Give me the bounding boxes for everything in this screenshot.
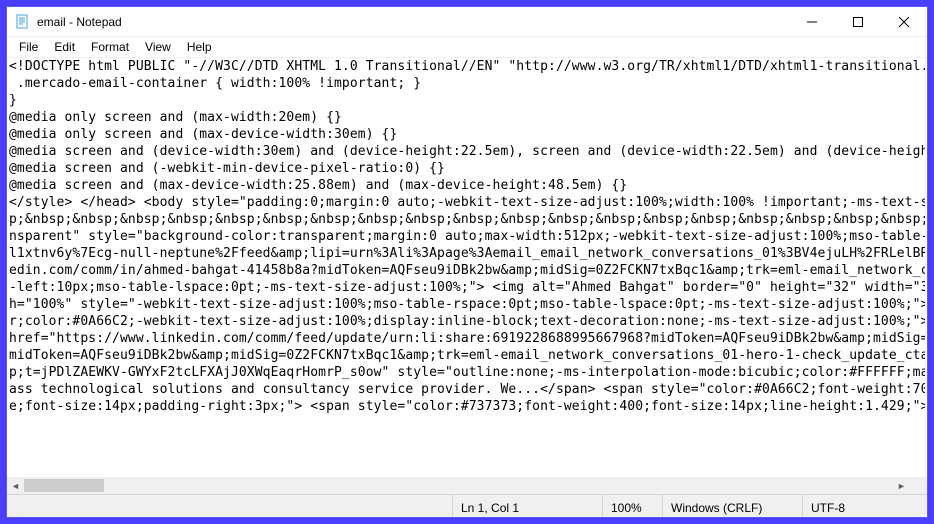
editor-line: p;t=jPDlZAEWKV-GWYxF2tcLFXAjJ0XWqEaqrHom…	[9, 364, 925, 381]
status-spacer	[7, 495, 452, 517]
editor-line: .mercado-email-container { width:100% !i…	[9, 75, 925, 92]
editor-area-wrap: <!DOCTYPE html PUBLIC "-//W3C//DTD XHTML…	[7, 57, 927, 494]
editor-line: }	[9, 92, 925, 109]
text-editor[interactable]: <!DOCTYPE html PUBLIC "-//W3C//DTD XHTML…	[7, 58, 927, 477]
maximize-button[interactable]	[835, 7, 881, 36]
menu-help[interactable]: Help	[179, 39, 220, 55]
editor-line: ass technological solutions and consulta…	[9, 381, 925, 398]
window-title: email - Notepad	[37, 15, 122, 29]
editor-line: @media only screen and (max-device-width…	[9, 126, 925, 143]
editor-line: @media screen and (-webkit-min-device-pi…	[9, 160, 925, 177]
notepad-window: email - Notepad File Edit Format View He…	[6, 6, 928, 518]
editor-line: nsparent" style="background-color:transp…	[9, 228, 925, 245]
status-eol: Windows (CRLF)	[662, 495, 802, 517]
horizontal-scrollbar[interactable]: ◄ ►	[7, 477, 910, 494]
editor-line: <!DOCTYPE html PUBLIC "-//W3C//DTD XHTML…	[9, 58, 925, 75]
menubar: File Edit Format View Help	[7, 37, 927, 57]
editor-line: </style> </head> <body style="padding:0;…	[9, 194, 925, 211]
titlebar: email - Notepad	[7, 7, 927, 37]
window-controls	[789, 7, 927, 36]
editor-line: @media screen and (max-device-width:25.8…	[9, 177, 925, 194]
menu-format[interactable]: Format	[83, 39, 137, 55]
editor-line: midToken=AQFseu9iDBk2bw&amp;midSig=0Z2FC…	[9, 347, 925, 364]
menu-view[interactable]: View	[137, 39, 179, 55]
editor-line: -left:10px;mso-table-lspace:0pt;-ms-text…	[9, 279, 925, 296]
editor-line: l1xtnv6y%7Ecg-null-neptune%2Ffeed&amp;li…	[9, 245, 925, 262]
minimize-button[interactable]	[789, 7, 835, 36]
scroll-corner	[910, 477, 927, 494]
notepad-icon	[15, 14, 31, 30]
menu-edit[interactable]: Edit	[46, 39, 83, 55]
editor-line: r;color:#0A66C2;-webkit-text-size-adjust…	[9, 313, 925, 330]
editor-line: e;font-size:14px;padding-right:3px;"> <s…	[9, 398, 925, 415]
scroll-right-icon[interactable]: ►	[893, 477, 910, 494]
editor-line: href="https://www.linkedin.com/comm/feed…	[9, 330, 925, 347]
status-encoding: UTF-8	[802, 495, 927, 517]
statusbar: Ln 1, Col 1 100% Windows (CRLF) UTF-8	[7, 494, 927, 517]
menu-file[interactable]: File	[11, 39, 46, 55]
status-zoom: 100%	[602, 495, 662, 517]
editor-line: edin.com/comm/in/ahmed-bahgat-41458b8a?m…	[9, 262, 925, 279]
editor-line: @media screen and (device-width:30em) an…	[9, 143, 925, 160]
editor-line: p;&nbsp;&nbsp;&nbsp;&nbsp;&nbsp;&nbsp;&n…	[9, 211, 925, 228]
close-button[interactable]	[881, 7, 927, 36]
status-position: Ln 1, Col 1	[452, 495, 602, 517]
scroll-left-icon[interactable]: ◄	[7, 477, 24, 494]
editor-line: @media only screen and (max-width:20em) …	[9, 109, 925, 126]
scroll-thumb[interactable]	[24, 479, 104, 492]
editor-line: h="100%" style="-webkit-text-size-adjust…	[9, 296, 925, 313]
scroll-track[interactable]	[24, 477, 893, 494]
